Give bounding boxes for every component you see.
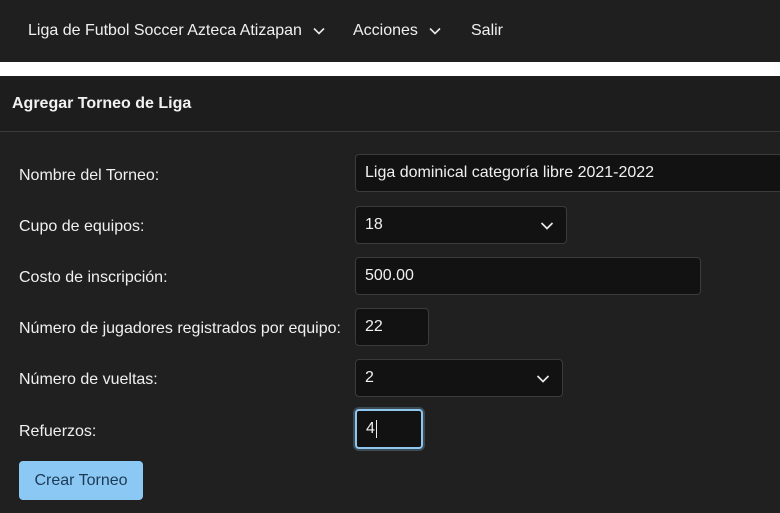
create-tournament-button[interactable]: Crear Torneo — [19, 461, 143, 500]
players-per-team-input[interactable]: 22 — [355, 308, 429, 346]
players-per-team-label: Número de jugadores registrados por equi… — [19, 320, 341, 337]
rounds-label: Número de vueltas: — [19, 371, 158, 388]
nav-brand-dropdown[interactable]: Liga de Futbol Soccer Azteca Atizapan — [28, 22, 326, 40]
reinforcements-value: 4 — [366, 420, 375, 437]
panel-title: Agregar Torneo de Liga — [12, 95, 192, 112]
add-tournament-panel: Agregar Torneo de Liga Nombre del Torneo… — [0, 76, 780, 513]
tournament-name-input[interactable]: Liga dominical categoría libre 2021-2022 — [355, 154, 780, 192]
top-navbar: Liga de Futbol Soccer Azteca Atizapan Ac… — [0, 0, 780, 62]
team-capacity-value: 18 — [365, 216, 383, 233]
tournament-name-value: Liga dominical categoría libre 2021-2022 — [365, 164, 655, 181]
tournament-name-label: Nombre del Torneo: — [19, 167, 160, 184]
panel-header: Agregar Torneo de Liga — [0, 76, 780, 132]
reinforcements-input[interactable]: 4 — [355, 409, 423, 449]
nav-actions-label: Acciones — [353, 22, 418, 39]
team-capacity-label: Cupo de equipos: — [19, 218, 145, 235]
text-caret — [375, 420, 377, 438]
registration-cost-label: Costo de inscripción: — [19, 269, 168, 286]
nav-brand-label: Liga de Futbol Soccer Azteca Atizapan — [28, 22, 302, 39]
create-tournament-label: Crear Torneo — [34, 471, 128, 489]
rounds-select[interactable]: 2 — [355, 359, 563, 397]
registration-cost-value: 500.00 — [365, 267, 414, 284]
chevron-down-icon — [536, 372, 550, 386]
team-capacity-select[interactable]: 18 — [355, 206, 567, 244]
nav-logout-label: Salir — [471, 22, 504, 39]
nav-logout-link[interactable]: Salir — [471, 22, 503, 40]
reinforcements-label: Refuerzos: — [19, 423, 97, 440]
registration-cost-input[interactable]: 500.00 — [355, 257, 701, 295]
separator-strip — [0, 62, 780, 76]
nav-actions-dropdown[interactable]: Acciones — [353, 22, 442, 40]
chevron-down-icon — [312, 24, 326, 38]
players-per-team-value: 22 — [365, 318, 383, 335]
chevron-down-icon — [428, 24, 442, 38]
rounds-value: 2 — [365, 369, 374, 386]
chevron-down-icon — [540, 219, 554, 233]
